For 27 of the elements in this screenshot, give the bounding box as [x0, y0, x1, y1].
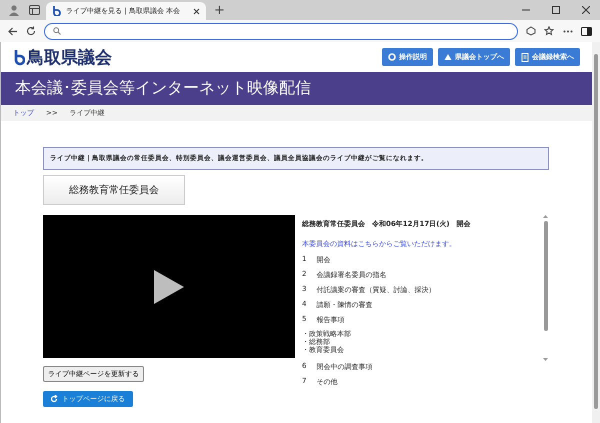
- return-icon: [51, 395, 58, 403]
- sidebar-icon[interactable]: [581, 26, 592, 36]
- scrollbar-thumb[interactable]: [544, 221, 548, 331]
- play-icon[interactable]: [154, 270, 184, 304]
- close-icon[interactable]: [193, 8, 200, 14]
- logo-text[interactable]: 鳥取県議会: [27, 46, 112, 68]
- document-icon: [521, 52, 529, 62]
- profile-icon[interactable]: [8, 4, 20, 16]
- close-icon[interactable]: [582, 6, 590, 14]
- minimize-icon[interactable]: [522, 9, 530, 11]
- refresh-icon[interactable]: [26, 26, 36, 36]
- address-field[interactable]: [44, 22, 518, 40]
- maximize-icon[interactable]: [552, 6, 560, 14]
- site-logo-icon: [52, 6, 61, 16]
- scroll-up-icon[interactable]: [543, 215, 548, 218]
- committee-tab[interactable]: 総務教育常任委員会: [43, 175, 185, 205]
- tab-actions-icon[interactable]: [28, 5, 40, 15]
- page-banner: 本会議･委員会等インターネット映像配信: [1, 72, 592, 105]
- back-icon[interactable]: [8, 26, 18, 36]
- new-tab-button[interactable]: +: [210, 3, 229, 18]
- favorites-icon[interactable]: [544, 26, 555, 36]
- search-icon: [53, 27, 61, 35]
- scroll-down-icon[interactable]: [543, 358, 548, 361]
- logo-icon: [13, 48, 25, 66]
- more-icon[interactable]: [563, 30, 573, 32]
- page-scrollbar-thumb[interactable]: [594, 54, 598, 409]
- extensions-icon[interactable]: [526, 26, 536, 36]
